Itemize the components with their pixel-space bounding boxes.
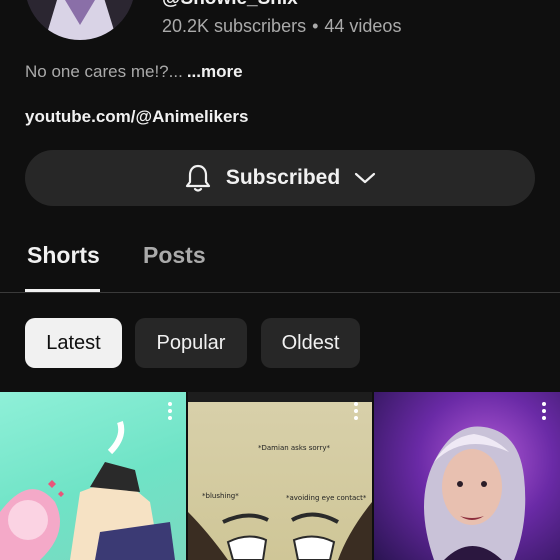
tab-posts[interactable]: Posts (143, 242, 206, 269)
more-options-icon[interactable] (542, 402, 546, 423)
chip-oldest[interactable]: Oldest (261, 318, 360, 368)
channel-avatar[interactable] (25, 0, 135, 40)
subscribed-label: Subscribed (225, 166, 341, 189)
description-text: No one cares me!?... (25, 62, 183, 81)
short-caption: *avoiding eye contact* (286, 494, 367, 502)
stats-separator: • (312, 16, 319, 36)
tab-shorts[interactable]: Shorts (27, 242, 100, 269)
short-thumbnail[interactable]: *Damian asks sorry* *blushing* *avoiding… (188, 392, 372, 560)
subscriber-count: 20.2K subscribers (162, 16, 307, 36)
short-thumbnail[interactable] (374, 392, 560, 560)
short-artwork (0, 421, 175, 560)
tab-divider (0, 292, 560, 293)
avatar-image (25, 0, 135, 40)
channel-description[interactable]: No one cares me!?... ...more (25, 62, 243, 82)
chevron-down-icon (355, 172, 376, 184)
subscribed-button[interactable]: Subscribed (25, 150, 535, 206)
channel-handle: @Snowie_Shix (162, 0, 298, 10)
more-link[interactable]: ...more (187, 62, 243, 81)
chip-latest[interactable]: Latest (25, 318, 122, 368)
chip-popular[interactable]: Popular (135, 318, 247, 368)
more-options-icon[interactable] (354, 402, 358, 423)
video-count: 44 videos (324, 16, 402, 36)
bell-icon (185, 164, 210, 192)
short-caption: *blushing* (202, 492, 239, 500)
channel-link[interactable]: youtube.com/@Animelikers (25, 107, 248, 127)
short-artwork (188, 502, 372, 560)
short-thumbnail[interactable] (0, 392, 186, 560)
channel-stats: 20.2K subscribers • 44 videos (162, 16, 401, 37)
more-options-icon[interactable] (168, 402, 172, 423)
short-artwork (424, 426, 526, 560)
short-caption: *Damian asks sorry* (258, 444, 330, 452)
